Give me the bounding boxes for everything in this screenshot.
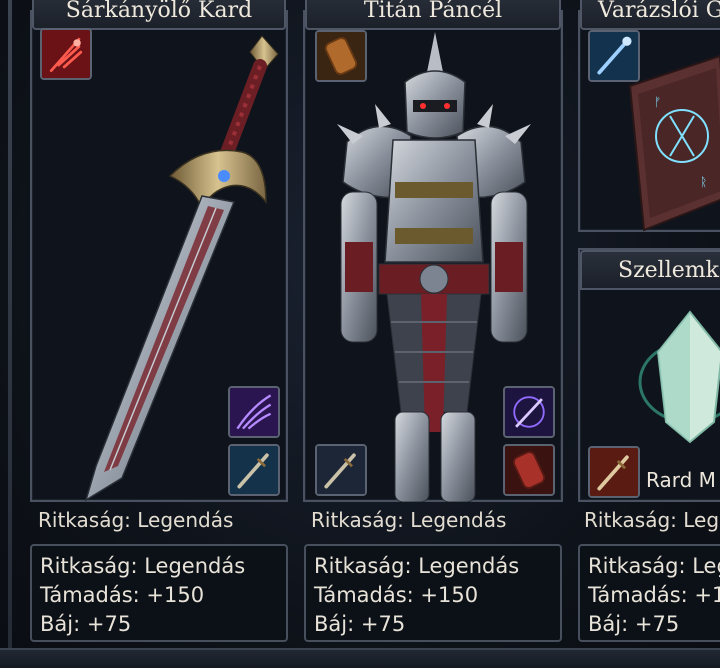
stats-panel: Ritkaság: Legendás Támadás: +150 Báj: +7…: [30, 544, 288, 642]
svg-text:ᚠ: ᚠ: [654, 95, 661, 109]
item-title: Varázslói G: [580, 0, 720, 30]
rarity-label: Ritkaság: Legendás: [38, 508, 234, 532]
item-card-armor[interactable]: Titán Páncél: [303, 0, 563, 502]
svg-text:ᚱ: ᚱ: [700, 175, 707, 189]
stat-rarity: Ritkaság: Legendás: [40, 554, 246, 578]
sword-icon[interactable]: [588, 446, 640, 498]
left-frame-rail: [8, 0, 12, 660]
item-subtitle: Rard M: [646, 468, 716, 492]
dagger-icon[interactable]: [228, 444, 280, 496]
item-card-sword[interactable]: Sárkányölő Kard: [30, 0, 288, 502]
rarity-label: Ritkaság: Lege: [584, 508, 720, 532]
leather-bracer-icon[interactable]: [315, 30, 367, 82]
stat-attack: Támadás: +150: [314, 583, 479, 607]
item-card-spirit[interactable]: Szellemk Rard M: [578, 248, 720, 502]
blue-staff-icon[interactable]: [588, 30, 640, 82]
stats-panel: Ritkaság: Lege Támadás: +15 Báj: +75: [578, 544, 720, 642]
purple-gem-icon[interactable]: [228, 386, 280, 438]
crystal-art: [638, 310, 720, 444]
red-bracer-icon[interactable]: [503, 444, 555, 496]
stat-charm: Báj: +75: [314, 612, 406, 636]
rarity-label: Ritkaság: Legendás: [311, 508, 507, 532]
item-title: Titán Páncél: [305, 0, 561, 30]
stat-rarity: Ritkaság: Legendás: [314, 554, 520, 578]
stat-attack: Támadás: +15: [588, 583, 720, 607]
bottom-frame-rail: [0, 648, 720, 668]
stat-rarity: Ritkaság: Lege: [588, 554, 720, 578]
stats-panel: Ritkaság: Legendás Támadás: +150 Báj: +7…: [304, 544, 562, 642]
stat-charm: Báj: +75: [40, 612, 132, 636]
item-title: Szellemk: [580, 250, 720, 290]
purple-staff-icon[interactable]: [503, 386, 555, 438]
dagger-icon[interactable]: [315, 444, 367, 496]
stat-attack: Támadás: +150: [40, 583, 205, 607]
red-feather-icon[interactable]: [40, 28, 92, 80]
item-card-spellbook[interactable]: Varázslói G ᚠ ᚱ: [578, 0, 720, 232]
stat-charm: Báj: +75: [588, 612, 680, 636]
